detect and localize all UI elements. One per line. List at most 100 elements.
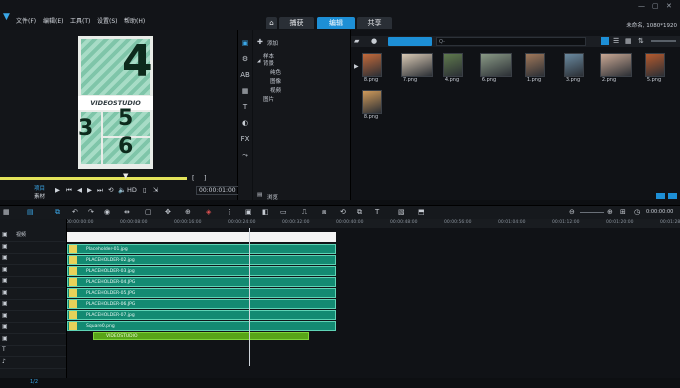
track-header-row[interactable]: ▣ xyxy=(0,323,66,334)
home-icon[interactable]: ⌂ xyxy=(266,17,277,29)
menu-help[interactable]: 帮助(H) xyxy=(124,16,145,25)
track-header-row[interactable]: ▣ xyxy=(0,266,66,277)
tree-background[interactable]: 背景 xyxy=(263,59,274,67)
trim-in-icon[interactable]: [ xyxy=(192,174,195,182)
library-thumb[interactable] xyxy=(525,53,545,77)
track-header-row[interactable]: ▣ xyxy=(0,289,66,300)
zoom-slider[interactable] xyxy=(580,212,604,213)
library-thumb[interactable] xyxy=(362,90,382,114)
aspect-icon[interactable]: ▯ xyxy=(143,186,147,194)
menu-tools[interactable]: 工具(T) xyxy=(70,16,90,25)
zoom-in-icon[interactable]: ⊕ xyxy=(607,208,613,216)
subtitle-icon[interactable]: ▣ xyxy=(245,208,252,216)
tree-video[interactable]: 视频 xyxy=(270,86,281,94)
scrub-thumb-icon[interactable]: ▼ xyxy=(123,172,128,180)
browse-button[interactable]: 浏览 xyxy=(267,193,278,201)
panel-toggle-icon[interactable] xyxy=(668,193,677,199)
playhead[interactable] xyxy=(249,228,250,366)
tree-pictures[interactable]: 图片 xyxy=(263,95,274,103)
close-icon[interactable]: ✕ xyxy=(666,2,672,10)
list-view-icon[interactable]: ☰ xyxy=(613,37,619,45)
menu-settings[interactable]: 设置(S) xyxy=(97,16,118,25)
instant-project-icon[interactable]: ⚙ xyxy=(240,55,250,63)
split-icon[interactable]: ⇹ xyxy=(124,208,130,216)
repeat-icon[interactable]: ⟲ xyxy=(108,186,113,194)
storyboard-view-icon[interactable]: ▦ xyxy=(3,208,10,216)
timeline-clip[interactable]: PLACEHOLDER-05.JPG xyxy=(67,288,336,298)
text-tool-icon[interactable]: T xyxy=(375,208,379,216)
tab-edit[interactable]: 编辑 xyxy=(317,17,355,29)
freeze-icon[interactable]: ⧈ xyxy=(322,208,326,217)
timeline-clip[interactable]: PLACEHOLDER-06.JPG xyxy=(67,299,336,309)
library-thumb[interactable] xyxy=(362,53,382,77)
track-header-row[interactable]: ▣ xyxy=(0,312,66,323)
add-icon[interactable]: ✚ xyxy=(257,38,263,46)
library-thumb[interactable] xyxy=(645,53,665,77)
title-icon[interactable]: T xyxy=(240,103,250,111)
settings-icon[interactable]: ● xyxy=(371,37,377,45)
expand-arrow-icon[interactable]: ▶ xyxy=(354,63,359,70)
redo-icon[interactable]: ↷ xyxy=(88,208,94,216)
track-header-row[interactable]: ▣ xyxy=(0,254,66,265)
tab-capture[interactable]: 捕获 xyxy=(279,17,314,29)
zoom-level[interactable]: 1/2 xyxy=(30,379,38,385)
audio-ducking-icon[interactable]: ▭ xyxy=(280,208,287,216)
timeline-clip[interactable]: PLACEHOLDER-04.JPG xyxy=(67,277,336,287)
options-icon[interactable] xyxy=(656,193,665,199)
end-icon[interactable]: ⏭ xyxy=(97,186,103,195)
home-start-icon[interactable]: ⏮ xyxy=(66,186,72,195)
sync-icon[interactable]: ⟲ xyxy=(340,208,346,216)
menu-edit[interactable]: 编辑(E) xyxy=(43,16,63,25)
track-header-row[interactable]: ▣ xyxy=(0,243,66,254)
fx-icon[interactable]: FX xyxy=(240,135,250,143)
mode-clip[interactable]: 素材 xyxy=(34,192,45,200)
mode-project[interactable]: 项目 xyxy=(34,184,45,192)
export-icon[interactable]: ⬒ xyxy=(418,208,425,216)
trim-out-icon[interactable]: ] xyxy=(204,174,207,182)
crop-icon[interactable]: ▢ xyxy=(145,208,152,216)
mixer-icon[interactable]: ⋮ xyxy=(226,208,233,216)
library-thumb[interactable] xyxy=(480,53,512,77)
track-header-row[interactable]: ♪ xyxy=(0,358,66,369)
track-header-row[interactable]: T xyxy=(0,346,66,357)
add-folder-button[interactable]: 添加 xyxy=(267,39,278,47)
library-thumb[interactable] xyxy=(401,53,433,77)
tree-solid[interactable]: 纯色 xyxy=(270,68,281,76)
volume-icon[interactable]: 🔈 xyxy=(118,186,126,194)
path-icon[interactable]: ⤳ xyxy=(240,151,250,160)
record-icon[interactable]: ◉ xyxy=(104,208,110,216)
timeline-clip[interactable]: PLACEHOLDER-02.jpg xyxy=(67,255,336,265)
next-frame-icon[interactable]: ▶ xyxy=(87,186,92,194)
minimize-icon[interactable]: — xyxy=(638,2,645,10)
folder-icon[interactable]: ▰ xyxy=(354,37,359,45)
multicam-icon[interactable]: ⧉ xyxy=(357,208,362,217)
grid-view-icon[interactable] xyxy=(601,37,609,45)
color-grade-icon[interactable]: ◧ xyxy=(262,208,269,216)
track-header-row[interactable]: ▣ xyxy=(0,277,66,288)
search-input[interactable]: Q- xyxy=(436,37,586,46)
sort-icon[interactable]: ⇅ xyxy=(638,37,644,45)
timeline-clip[interactable]: PLACEHOLDER-03.jpg xyxy=(67,266,336,276)
transition-icon[interactable]: AB xyxy=(240,71,250,79)
tree-image[interactable]: 图像 xyxy=(270,77,281,85)
pan-zoom-icon[interactable]: ⊕ xyxy=(185,208,191,216)
detail-view-icon[interactable]: ▦ xyxy=(625,37,632,45)
collapse-arrow-icon[interactable]: ◢ xyxy=(257,59,260,64)
motion-icon[interactable]: ✥ xyxy=(165,208,171,216)
timeline-clip[interactable]: Square0.png xyxy=(67,321,336,331)
media-icon[interactable]: ▣ xyxy=(240,39,250,47)
preview-scrub-bar[interactable] xyxy=(0,177,187,180)
prev-frame-icon[interactable]: ◀ xyxy=(77,186,82,194)
thumb-size-slider[interactable] xyxy=(651,40,676,42)
library-thumb[interactable] xyxy=(600,53,632,77)
filter-buttons[interactable] xyxy=(388,37,432,46)
title-clip[interactable]: VIDEOSTUDIO xyxy=(93,332,309,340)
background-clip[interactable] xyxy=(67,232,336,242)
tab-share[interactable]: 共享 xyxy=(357,17,392,29)
preview-timecode[interactable]: 00:00:01:00 xyxy=(196,186,239,195)
hd-toggle[interactable]: HD xyxy=(127,186,137,194)
expand-icon[interactable]: ⇲ xyxy=(153,186,158,194)
template-icon[interactable]: ▦ xyxy=(240,87,250,95)
menu-file[interactable]: 文件(F) xyxy=(16,16,36,25)
undo-icon[interactable]: ↶ xyxy=(72,208,78,216)
